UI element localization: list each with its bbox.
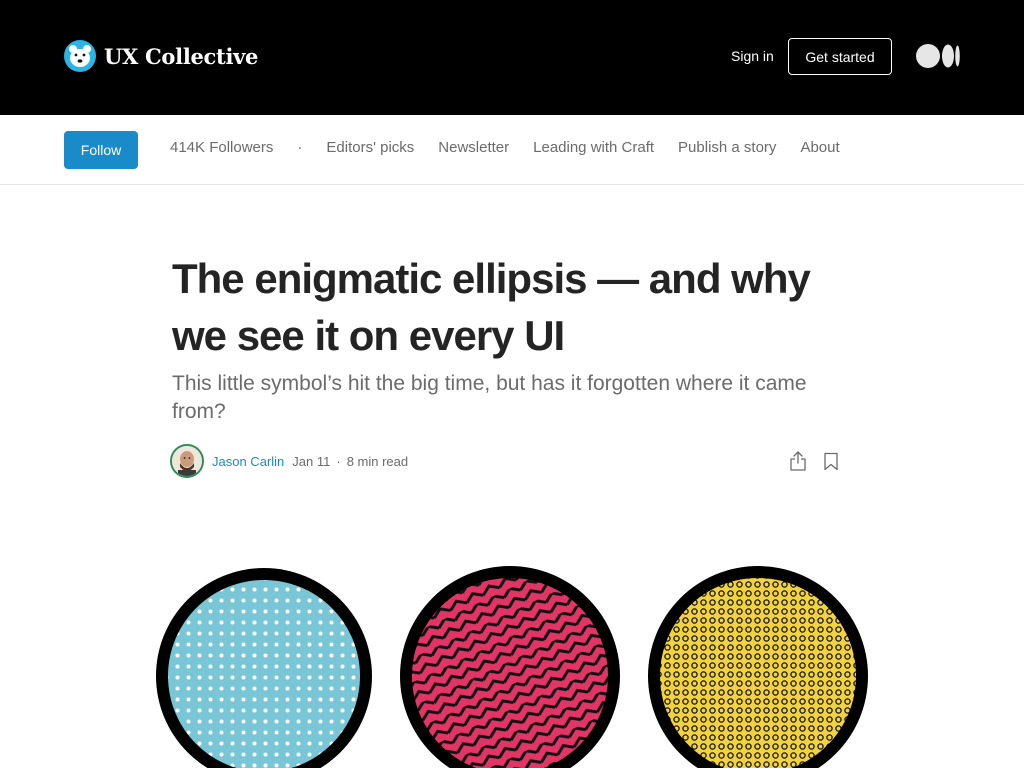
- nav-link-editors-picks[interactable]: Editors' picks: [326, 139, 414, 156]
- get-started-button[interactable]: Get started: [788, 38, 892, 75]
- author-portrait-icon: [172, 446, 202, 476]
- share-icon[interactable]: [789, 451, 807, 471]
- nav-link-leading-with-craft[interactable]: Leading with Craft: [533, 139, 654, 156]
- nav-link-publish-a-story[interactable]: Publish a story: [678, 139, 776, 156]
- publication-brand[interactable]: UX Collective: [64, 40, 258, 72]
- bookmark-icon[interactable]: [823, 452, 839, 471]
- follow-button[interactable]: Follow: [64, 131, 138, 169]
- medium-logo-icon[interactable]: [916, 44, 960, 68]
- hero-image: [156, 566, 868, 768]
- article-meta: Jason Carlin Jan 11 · 8 min read: [170, 444, 408, 478]
- publish-date: Jan 11: [292, 453, 331, 469]
- read-time: 8 min read: [346, 453, 409, 469]
- author-avatar[interactable]: [170, 444, 204, 478]
- publication-nav: Follow 414K Followers · Editors' picks N…: [0, 115, 1024, 185]
- blue-dot-circle: [156, 568, 372, 768]
- nav-link-about[interactable]: About: [800, 139, 839, 156]
- yellow-ring-circle: [648, 566, 868, 768]
- sign-in-link[interactable]: Sign in: [731, 48, 774, 64]
- nav-separator: ·: [297, 139, 303, 156]
- publication-links: 414K Followers · Editors' picks Newslett…: [170, 139, 864, 156]
- author-name[interactable]: Jason Carlin: [212, 454, 284, 469]
- nav-link-newsletter[interactable]: Newsletter: [438, 139, 509, 156]
- followers-count[interactable]: 414K Followers: [170, 139, 273, 156]
- article-title: The enigmatic ellipsis — and why we see …: [172, 255, 811, 359]
- meta-separator: ·: [336, 453, 341, 469]
- polar-bear-logo-icon: [64, 40, 96, 72]
- pink-zigzag-circle: [400, 566, 620, 768]
- article-subtitle: This little symbol’s hit the big time, b…: [172, 372, 807, 423]
- publication-name: UX Collective: [104, 43, 259, 69]
- top-bar: UX Collective Sign in Get started: [0, 0, 1024, 115]
